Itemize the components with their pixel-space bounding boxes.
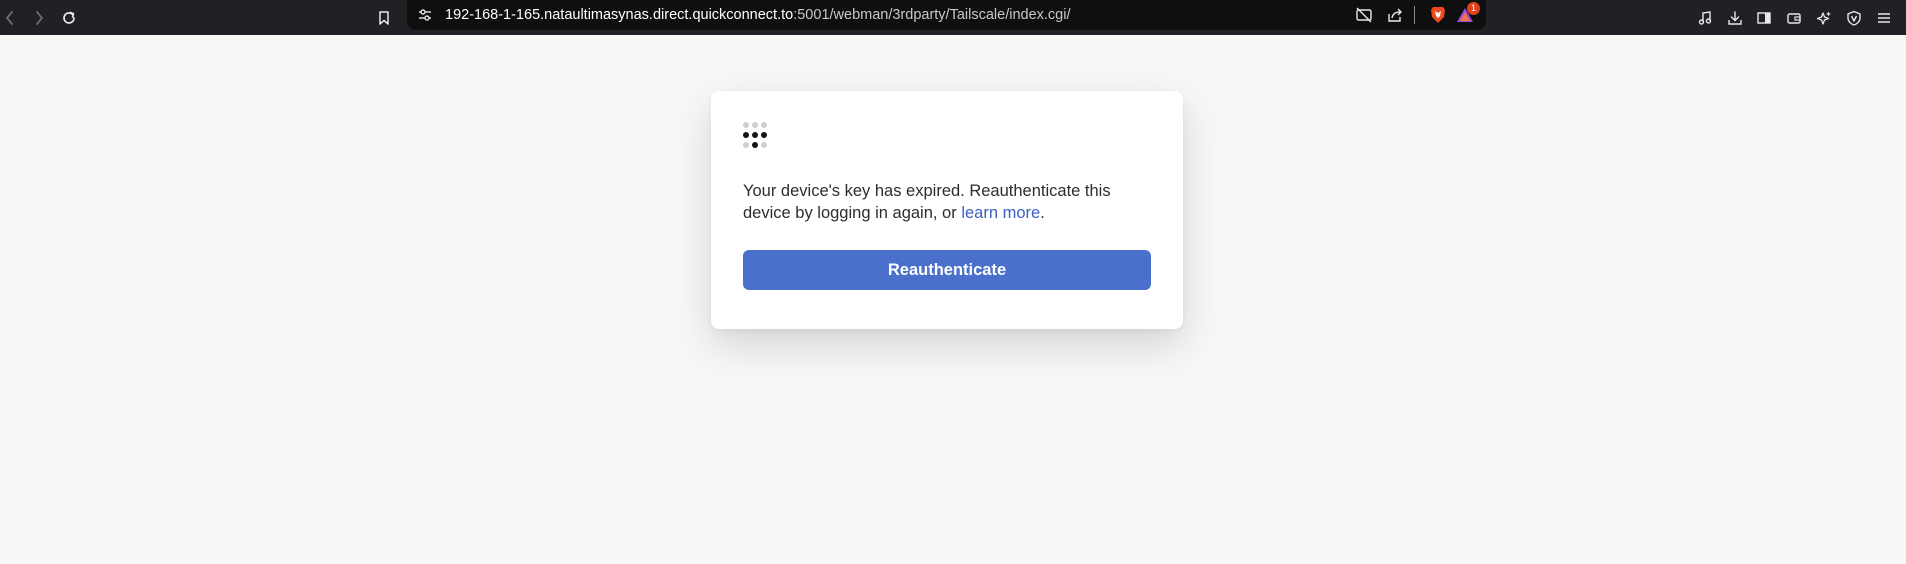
sidebar-icon	[1757, 11, 1771, 24]
message-text: Your device's key has expired. Reauthent…	[743, 182, 1111, 222]
key-expired-message: Your device's key has expired. Reauthent…	[743, 180, 1151, 224]
message-period: .	[1040, 204, 1045, 222]
vpn-button[interactable]	[1841, 0, 1867, 35]
logo-dot	[761, 122, 767, 128]
logo-dot	[743, 122, 749, 128]
address-bar[interactable]: 192-168-1-165.nataultimasynas.direct.qui…	[407, 0, 1486, 30]
logo-dot	[752, 122, 758, 128]
share-icon	[1388, 8, 1402, 22]
menu-icon	[1878, 12, 1890, 23]
site-settings-icon	[419, 9, 431, 21]
leo-ai-icon	[1816, 11, 1831, 25]
reauthenticate-button[interactable]: Reauthenticate	[743, 250, 1151, 290]
key-expired-card: Your device's key has expired. Reauthent…	[711, 91, 1183, 329]
logo-dot	[743, 142, 749, 148]
logo-dot	[752, 132, 758, 138]
wallet-button[interactable]	[1781, 0, 1807, 35]
logo-dot	[752, 142, 758, 148]
logo-dot	[761, 142, 767, 148]
forward-button[interactable]	[26, 0, 52, 35]
brave-shields-icon	[1431, 7, 1445, 23]
media-icon	[1698, 10, 1712, 25]
reload-button[interactable]	[56, 0, 82, 35]
back-button[interactable]	[0, 0, 23, 35]
downloads-button[interactable]	[1722, 0, 1748, 35]
back-icon	[6, 10, 13, 25]
url-path: :5001/webman/3rdparty/Tailscale/index.cg…	[793, 7, 1071, 23]
downloads-icon	[1728, 10, 1742, 25]
menu-button[interactable]	[1871, 0, 1897, 35]
site-settings-button[interactable]	[412, 0, 438, 30]
sidebar-button[interactable]	[1751, 0, 1777, 35]
camera-off-icon	[1356, 7, 1372, 23]
share-button[interactable]	[1382, 0, 1408, 30]
browser-toolbar: 192-168-1-165.nataultimasynas.direct.qui…	[0, 0, 1906, 35]
rewards-notification-badge: 1	[1467, 2, 1480, 15]
logo-dot	[743, 132, 749, 138]
leo-ai-button[interactable]	[1811, 0, 1837, 35]
bookmark-icon	[379, 10, 389, 25]
reload-icon	[63, 11, 75, 24]
vpn-icon	[1847, 10, 1861, 26]
wallet-icon	[1787, 12, 1801, 24]
forward-icon	[36, 10, 43, 25]
media-button[interactable]	[1692, 0, 1718, 35]
tailscale-logo-icon	[743, 122, 769, 148]
brave-shields-button[interactable]	[1425, 0, 1451, 30]
learn-more-link[interactable]: learn more	[961, 204, 1040, 222]
logo-dot	[761, 132, 767, 138]
url-host: 192-168-1-165.nataultimasynas.direct.qui…	[445, 7, 794, 23]
camera-off-button[interactable]	[1351, 0, 1377, 30]
address-bar-divider	[1414, 6, 1415, 24]
url-text[interactable]: 192-168-1-165.nataultimasynas.direct.qui…	[445, 6, 1070, 24]
bookmark-button[interactable]	[371, 0, 397, 35]
